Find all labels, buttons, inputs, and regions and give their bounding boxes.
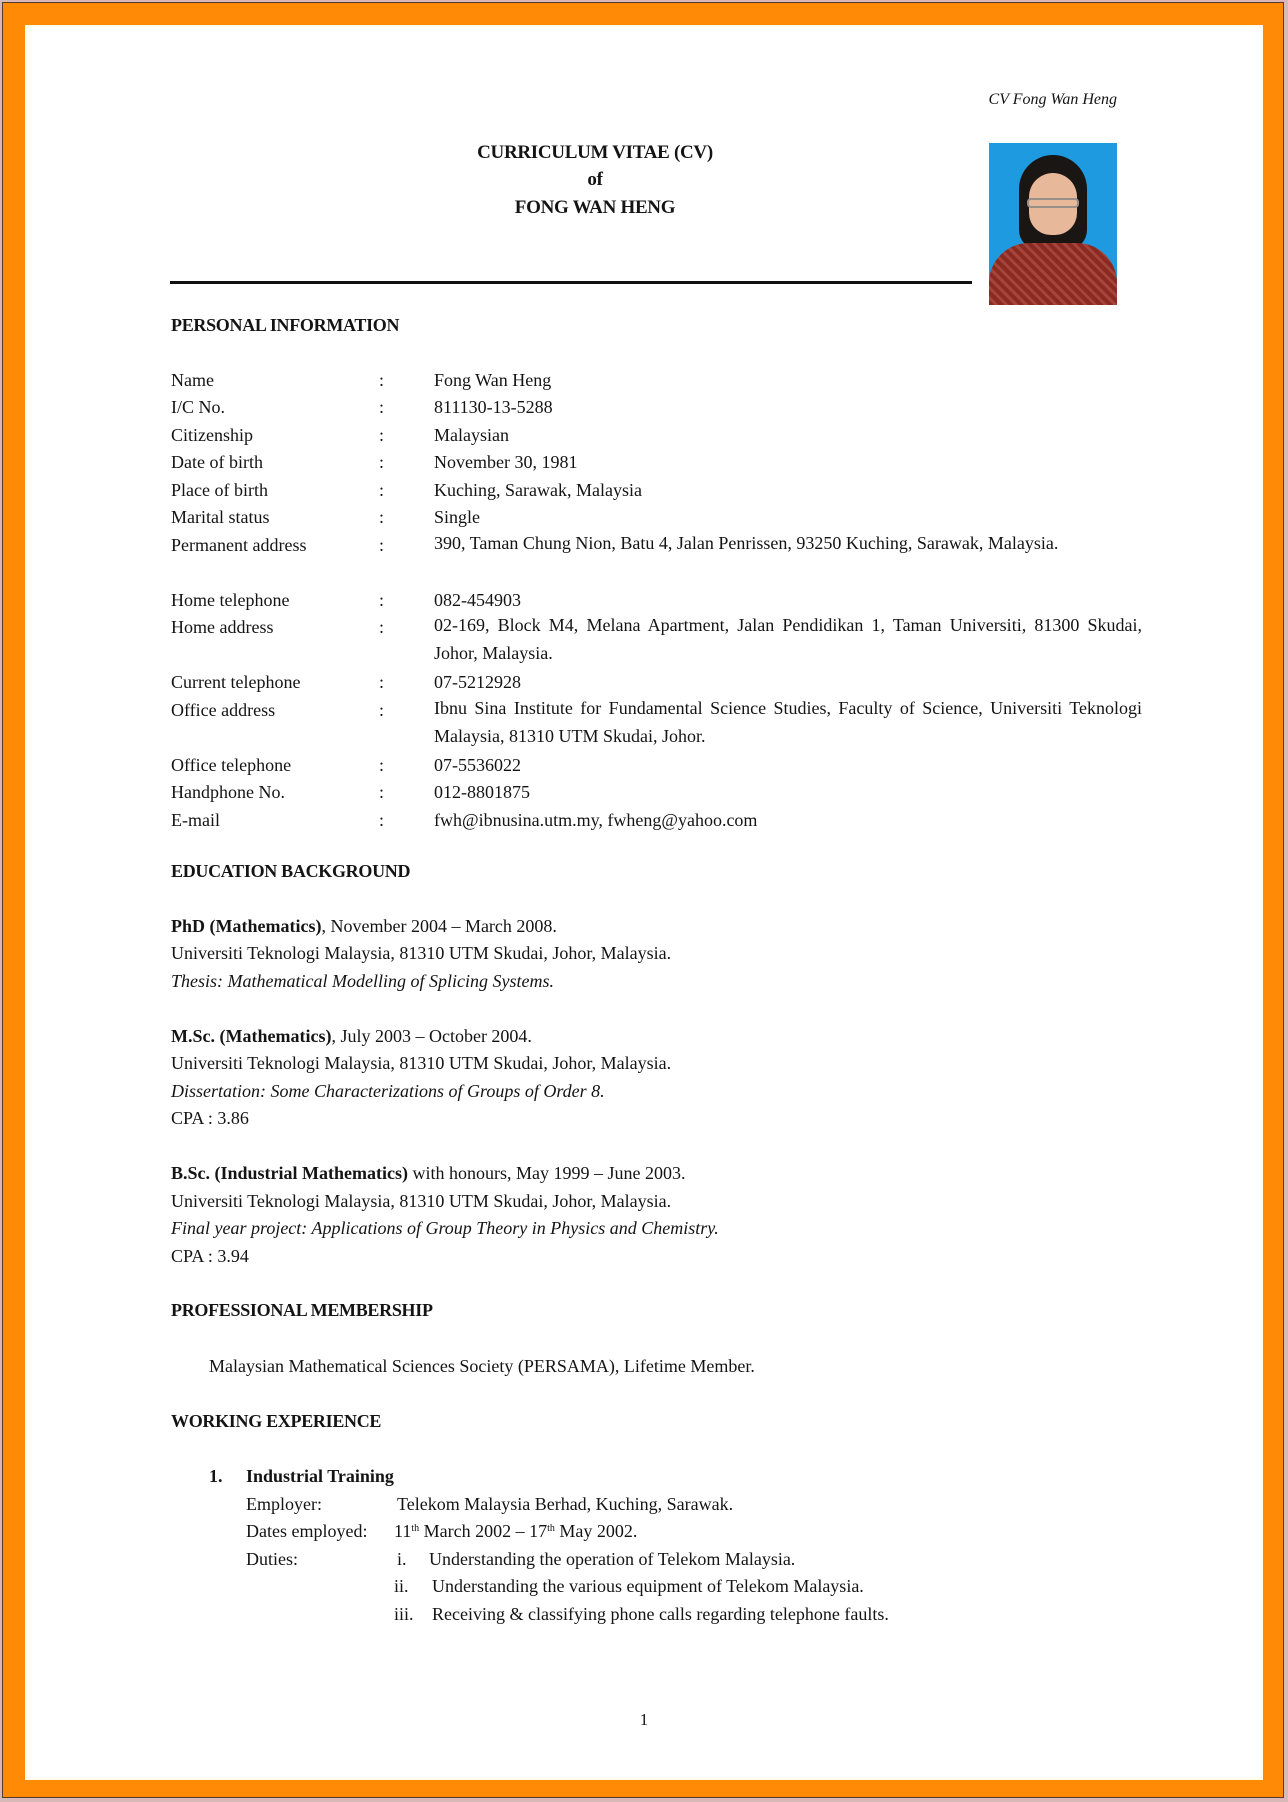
info-label: Office address: [171, 700, 276, 720]
info-value: 811130-13-5288: [434, 397, 553, 417]
education-note: Final year project: Applications of Grou…: [171, 1218, 719, 1238]
end-day: 17: [529, 1521, 548, 1541]
info-label: E-mail: [171, 810, 220, 830]
info-label: Citizenship: [171, 425, 253, 445]
info-colon: :: [379, 425, 385, 445]
title-line-3: FONG WAN HENG: [514, 197, 676, 218]
info-colon: :: [379, 617, 385, 637]
duties-label: Duties:: [246, 1549, 298, 1569]
info-value: 390, Taman Chung Nion, Batu 4, Jalan Pen…: [434, 533, 1059, 553]
degree-dates: with honours, May 1999 – June 2003.: [408, 1163, 686, 1183]
info-label: Place of birth: [171, 480, 268, 500]
employer-value: Telekom Malaysia Berhad, Kuching, Sarawa…: [397, 1494, 734, 1514]
info-colon: :: [379, 452, 385, 472]
info-colon: :: [379, 782, 385, 802]
info-value: 07-5536022: [434, 755, 521, 775]
running-header: CV Fong Wan Heng: [988, 91, 1117, 108]
education-heading: EDUCATION BACKGROUND: [171, 861, 411, 881]
info-value: Kuching, Sarawak, Malaysia: [434, 480, 642, 500]
education-institution: Universiti Teknologi Malaysia, 81310 UTM…: [171, 943, 672, 963]
info-label: Permanent address: [171, 535, 307, 555]
info-value: Fong Wan Heng: [434, 370, 552, 390]
membership-text: Malaysian Mathematical Sciences Society …: [209, 1356, 755, 1376]
info-value: November 30, 1981: [434, 452, 578, 472]
info-value: 02-169, Block M4, Melana Apartment, Jala…: [434, 615, 1142, 663]
info-value: Malaysian: [434, 425, 509, 445]
end-ordinal: th: [547, 1523, 555, 1534]
membership-heading: PROFESSIONAL MEMBERSHIP: [171, 1300, 433, 1320]
info-value: 07-5212928: [434, 672, 521, 692]
info-colon: :: [379, 672, 385, 692]
degree-dates: , July 2003 – October 2004.: [331, 1026, 532, 1046]
info-value: Ibnu Sina Institute for Fundamental Scie…: [434, 698, 1142, 746]
info-label: Marital status: [171, 507, 270, 527]
employer-label: Employer:: [246, 1494, 322, 1514]
title-line-2: of: [587, 169, 603, 190]
start-rest: March 2002 –: [419, 1521, 530, 1541]
info-colon: :: [379, 480, 385, 500]
info-colon: :: [379, 700, 385, 720]
info-label: Handphone No.: [171, 782, 285, 802]
document-page: CV Fong Wan Heng CURRICULUM VITAE (CV) o…: [25, 25, 1263, 1780]
degree-name: B.Sc. (Industrial Mathematics): [171, 1163, 408, 1183]
duty-text: Understanding the various equipment of T…: [432, 1576, 864, 1596]
experience-heading: WORKING EXPERIENCE: [171, 1411, 382, 1431]
info-colon: :: [379, 397, 385, 417]
education-cpa: CPA : 3.94: [171, 1246, 249, 1266]
duty-text: Receiving & classifying phone calls rega…: [432, 1604, 889, 1624]
education-institution: Universiti Teknologi Malaysia, 81310 UTM…: [171, 1191, 672, 1211]
dates-employed-label: Dates employed:: [246, 1521, 368, 1541]
info-value: 012-8801875: [434, 782, 530, 802]
education-institution: Universiti Teknologi Malaysia, 81310 UTM…: [171, 1053, 672, 1073]
info-value[interactable]: fwh@ibnusina.utm.my, fwheng@yahoo.com: [434, 810, 757, 831]
degree-dates: , November 2004 – March 2008.: [321, 916, 557, 936]
duty-marker: i.: [397, 1549, 407, 1569]
duty-text: Understanding the operation of Telekom M…: [429, 1549, 796, 1569]
info-colon: :: [379, 370, 385, 390]
info-colon: :: [379, 535, 385, 555]
degree-name: PhD (Mathematics): [171, 916, 322, 936]
info-label: Home telephone: [171, 590, 290, 610]
page-number: 1: [639, 1710, 649, 1729]
job-number: 1.: [209, 1466, 223, 1486]
duty-marker: ii.: [394, 1576, 409, 1596]
start-day: 11: [394, 1521, 412, 1541]
education-degree-line: M.Sc. (Mathematics), July 2003 – October…: [171, 1026, 532, 1047]
start-ordinal: th: [411, 1523, 420, 1534]
info-colon: :: [379, 810, 385, 830]
info-colon: :: [379, 590, 385, 610]
duty-marker: iii.: [394, 1604, 414, 1624]
info-colon: :: [379, 755, 385, 775]
photo-shirt: [989, 243, 1117, 305]
education-note: Dissertation: Some Characterizations of …: [171, 1081, 605, 1101]
education-degree-line: B.Sc. (Industrial Mathematics) with hono…: [171, 1163, 686, 1184]
title-line-1: CURRICULUM VITAE (CV): [477, 142, 713, 163]
info-colon: :: [379, 507, 385, 527]
info-label: Home address: [171, 617, 274, 637]
education-cpa: CPA : 3.86: [171, 1108, 249, 1128]
info-label: Office telephone: [171, 755, 292, 775]
info-value: 082-454903: [434, 590, 521, 610]
degree-name: M.Sc. (Mathematics): [171, 1026, 332, 1046]
education-note: Thesis: Mathematical Modelling of Splici…: [171, 971, 554, 991]
title-rule: [170, 281, 972, 284]
end-rest: May 2002.: [554, 1521, 638, 1541]
portrait-photo: [989, 143, 1117, 305]
education-degree-line: PhD (Mathematics), November 2004 – March…: [171, 916, 557, 937]
dates-employed-value: 11th March 2002 – 17th May 2002.: [394, 1521, 637, 1542]
job-title: Industrial Training: [246, 1466, 394, 1486]
photo-glasses: [1027, 198, 1079, 208]
info-value: Single: [434, 507, 481, 527]
info-label: I/C No.: [171, 397, 225, 417]
info-label: Date of birth: [171, 452, 263, 472]
info-label: Name: [171, 370, 214, 390]
personal-info-heading: PERSONAL INFORMATION: [171, 315, 400, 335]
info-label: Current telephone: [171, 672, 301, 692]
